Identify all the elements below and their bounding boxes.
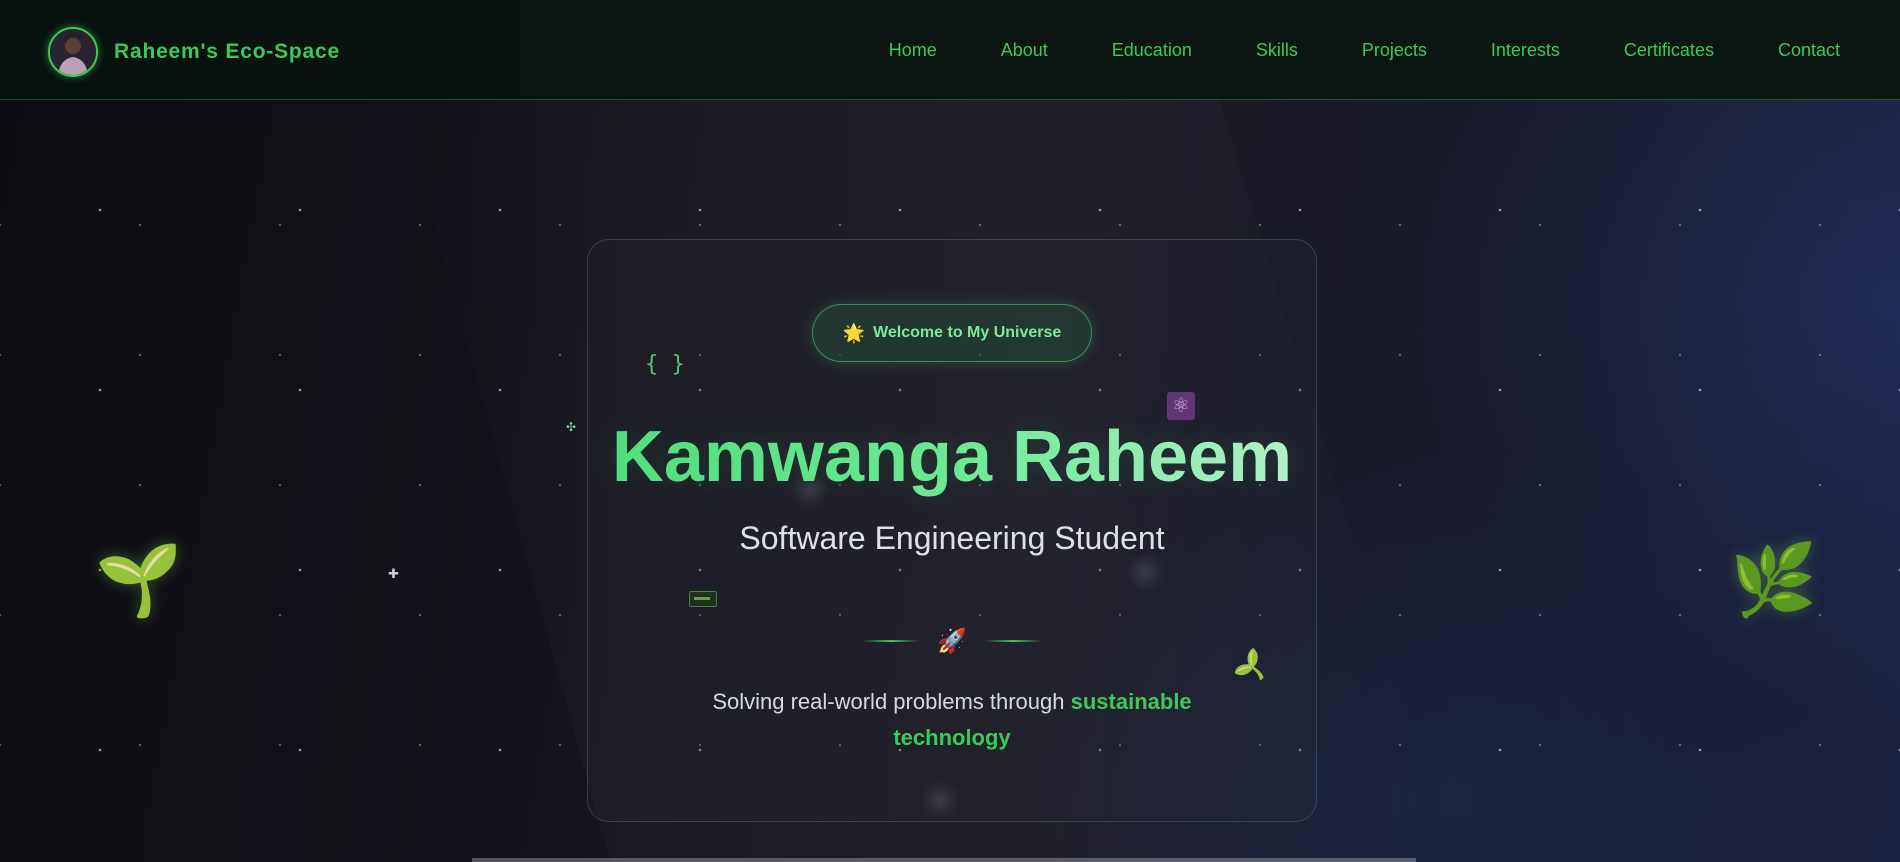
nav-certificates[interactable]: Certificates — [1624, 40, 1714, 61]
brand[interactable]: Raheem's Eco-Space — [48, 27, 340, 77]
welcome-badge-label: Welcome to My Universe — [873, 324, 1062, 341]
welcome-badge: 🌟 Welcome to My Universe — [812, 304, 1092, 362]
page: Raheem's Eco-Space Home About Education … — [0, 0, 1900, 862]
nav-contact[interactable]: Contact — [1778, 40, 1840, 61]
hero-tagline: Solving real-world problems through sust… — [660, 684, 1244, 756]
avatar — [48, 27, 98, 77]
hero-subtitle: Software Engineering Student — [739, 520, 1165, 556]
nav-projects[interactable]: Projects — [1362, 40, 1427, 61]
star-icon: 🌟 — [842, 322, 866, 343]
nav-home[interactable]: Home — [889, 40, 937, 61]
brand-name: Raheem's Eco-Space — [114, 40, 340, 63]
nav-education[interactable]: Education — [1112, 40, 1192, 61]
hero-name: Kamwanga Raheem — [587, 412, 1317, 502]
avatar-image — [50, 29, 96, 75]
sprout-icon: 🌱 — [95, 541, 183, 619]
rocket-icon: 🚀 — [937, 627, 967, 655]
tagline-text: Solving real-world problems through — [712, 689, 1071, 714]
nav-skills[interactable]: Skills — [1256, 40, 1298, 61]
nav-about[interactable]: About — [1001, 40, 1048, 61]
sparkle-icon: ✣ — [566, 420, 577, 434]
main-nav: Home About Education Skills Projects Int… — [889, 0, 1840, 100]
hero-divider: 🚀 — [862, 626, 1042, 656]
leaf-icon: 🌿 — [1730, 541, 1818, 619]
divider-line — [983, 640, 1042, 642]
scroll-indicator — [472, 858, 1416, 862]
sparkle-icon: ✚ — [388, 566, 399, 581]
site-header: Raheem's Eco-Space Home About Education … — [0, 0, 1900, 100]
divider-line — [862, 640, 920, 642]
nav-interests[interactable]: Interests — [1491, 40, 1560, 61]
